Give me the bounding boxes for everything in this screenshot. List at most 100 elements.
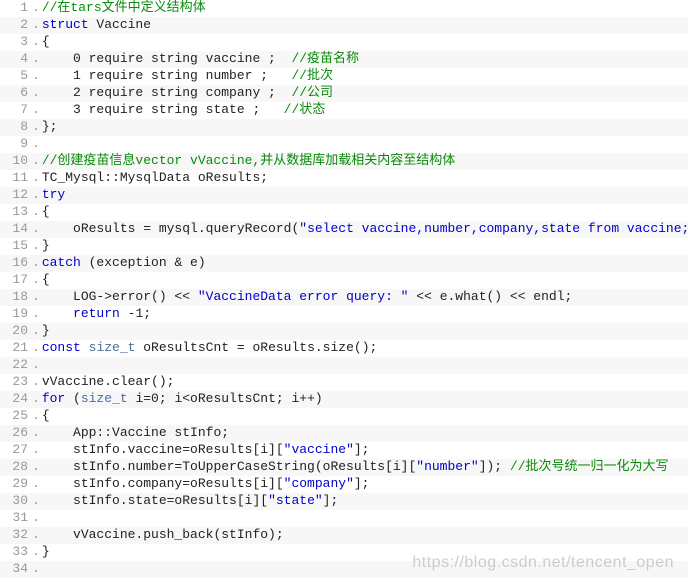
token: vVaccine.clear(); [42,374,175,389]
line-number: 1 [0,0,32,17]
token: //公司 [291,85,333,100]
line-number: 32 [0,527,32,544]
line-dot: . [32,459,42,476]
line-dot: . [32,357,42,374]
code-content: { [42,408,50,425]
code-line: 23.vVaccine.clear(); [0,374,688,391]
code-content: vVaccine.clear(); [42,374,175,391]
code-content: 1 require string number ; //批次 [42,68,333,85]
token: ( [65,391,81,406]
code-content: } [42,544,50,561]
token [42,306,73,321]
token: for [42,391,65,406]
line-dot: . [32,374,42,391]
line-number: 2 [0,17,32,34]
line-dot: . [32,340,42,357]
line-number: 9 [0,136,32,153]
line-dot: . [32,153,42,170]
line-dot: . [32,85,42,102]
line-dot: . [32,510,42,527]
line-number: 13 [0,204,32,221]
token: "company" [284,476,354,491]
code-content: for (size_t i=0; i<oResultsCnt; i++) [42,391,323,408]
token: { [42,408,50,423]
line-dot: . [32,68,42,85]
code-content: oResults = mysql.queryRecord("select vac… [42,221,688,238]
line-number: 15 [0,238,32,255]
token: 2 require string company ; [42,85,292,100]
token: oResults = mysql.queryRecord( [42,221,299,236]
code-line: 3.{ [0,34,688,51]
token: stInfo.vaccine=oResults[i][ [42,442,284,457]
code-content: stInfo.vaccine=oResults[i]["vaccine"]; [42,442,370,459]
code-line: 16.catch (exception & e) [0,255,688,272]
code-content: } [42,238,50,255]
code-line: 34. [0,561,688,578]
code-line: 14. oResults = mysql.queryRecord("select… [0,221,688,238]
code-line: 5. 1 require string number ; //批次 [0,68,688,85]
token: App::Vaccine stInfo; [42,425,229,440]
code-content: stInfo.number=ToUpperCaseString(oResults… [42,459,669,476]
line-dot: . [32,306,42,323]
token: //批次号统一归一化为大写 [510,459,669,474]
token: } [42,323,50,338]
code-line: 32. vVaccine.push_back(stInfo); [0,527,688,544]
code-line: 6. 2 require string company ; //公司 [0,85,688,102]
token: //状态 [284,102,326,117]
code-content: LOG->error() << "VaccineData error query… [42,289,573,306]
code-line: 2.struct Vaccine [0,17,688,34]
code-line: 30. stInfo.state=oResults[i]["state"]; [0,493,688,510]
line-dot: . [32,442,42,459]
code-content: { [42,34,50,51]
token: ]; [323,493,339,508]
line-number: 23 [0,374,32,391]
line-dot: . [32,136,42,153]
code-line: 15.} [0,238,688,255]
line-dot: . [32,255,42,272]
line-dot: . [32,493,42,510]
token: (exception & e) [81,255,206,270]
line-dot: . [32,527,42,544]
line-number: 6 [0,85,32,102]
line-number: 5 [0,68,32,85]
token: ]; [354,442,370,457]
token: TC_Mysql::MysqlData oResults; [42,170,268,185]
code-line: 7. 3 require string state ; //状态 [0,102,688,119]
code-line: 25.{ [0,408,688,425]
code-content: catch (exception & e) [42,255,206,272]
code-content: } [42,323,50,340]
code-content: { [42,272,50,289]
line-number: 14 [0,221,32,238]
line-number: 11 [0,170,32,187]
token: Vaccine [89,17,151,32]
code-block: 1.//在tars文件中定义结构体2.struct Vaccine3.{4. 0… [0,0,688,578]
code-content: const size_t oResultsCnt = oResults.size… [42,340,377,357]
token: catch [42,255,81,270]
line-dot: . [32,272,42,289]
line-number: 4 [0,51,32,68]
token: ]; [354,476,370,491]
code-line: 26. App::Vaccine stInfo; [0,425,688,442]
line-number: 19 [0,306,32,323]
token: //创建疫苗信息vector vVaccine,并从数据库加载相关内容至结构体 [42,153,455,168]
line-dot: . [32,119,42,136]
code-content: stInfo.company=oResults[i]["company"]; [42,476,370,493]
code-line: 18. LOG->error() << "VaccineData error q… [0,289,688,306]
token: "VaccineData error query: " [198,289,409,304]
code-line: 4. 0 require string vaccine ; //疫苗名称 [0,51,688,68]
token: oResultsCnt = oResults.size(); [135,340,377,355]
code-content: vVaccine.push_back(stInfo); [42,527,284,544]
code-content: stInfo.state=oResults[i]["state"]; [42,493,338,510]
code-line: 27. stInfo.vaccine=oResults[i]["vaccine"… [0,442,688,459]
line-number: 25 [0,408,32,425]
code-content: }; [42,119,58,136]
line-number: 8 [0,119,32,136]
code-content: struct Vaccine [42,17,151,34]
token: } [42,238,50,253]
token: { [42,272,50,287]
code-line: 8.}; [0,119,688,136]
code-content: 3 require string state ; //状态 [42,102,325,119]
code-line: 19. return -1; [0,306,688,323]
line-dot: . [32,323,42,340]
line-number: 26 [0,425,32,442]
